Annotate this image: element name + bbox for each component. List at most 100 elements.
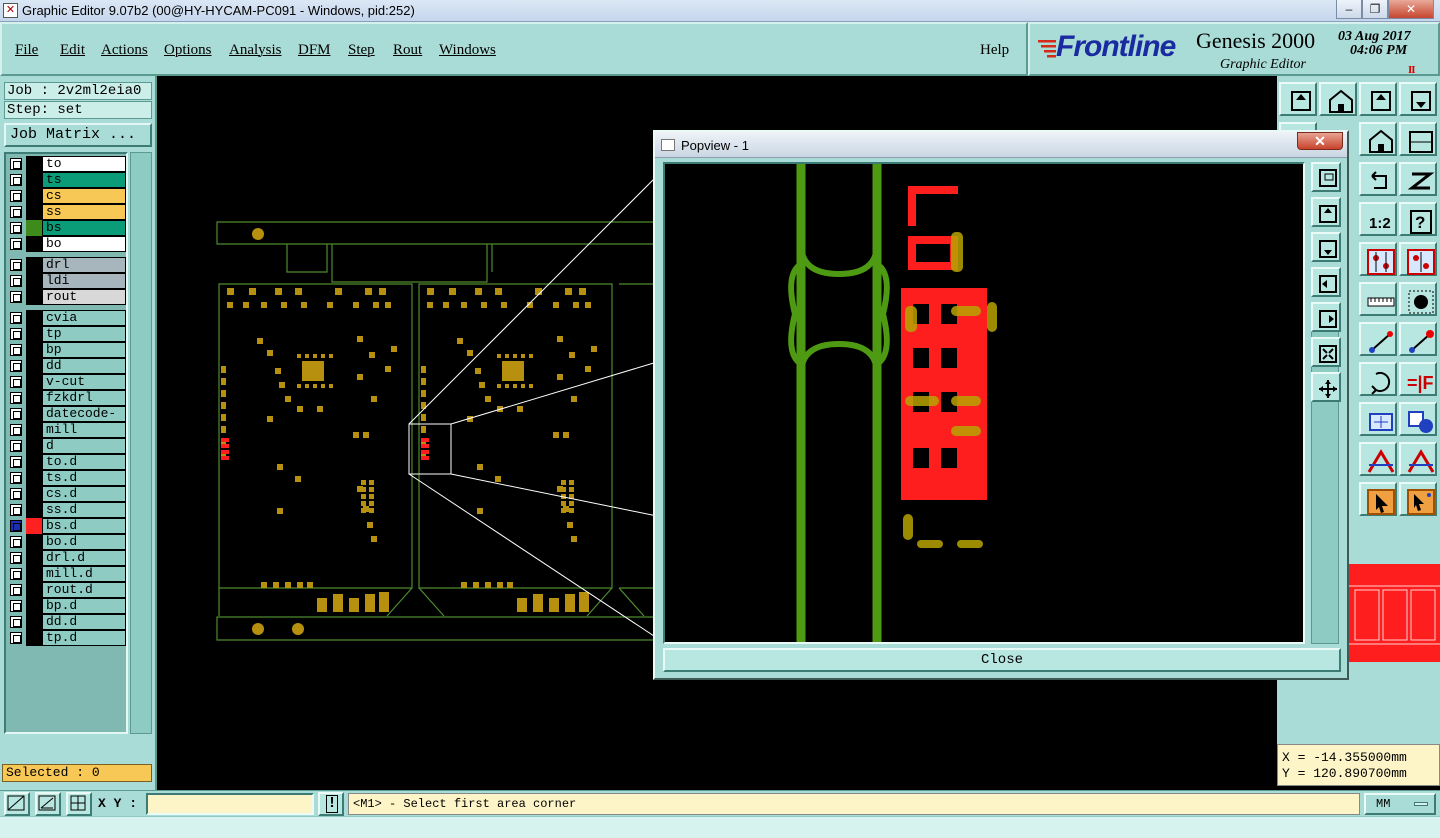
layer-color-swatch[interactable]	[26, 582, 42, 598]
layer-name[interactable]: mill.d	[42, 566, 126, 582]
snap-red-button[interactable]	[1399, 242, 1437, 276]
home-button[interactable]	[1359, 122, 1397, 156]
menu-options[interactable]: Options	[164, 42, 212, 59]
shapes-button[interactable]	[1399, 402, 1437, 436]
layer-row-dd.d[interactable]: dd.d	[8, 614, 126, 630]
angle-button[interactable]	[35, 792, 61, 816]
layer-name[interactable]: cvia	[42, 310, 126, 326]
overview-preview[interactable]	[1349, 564, 1440, 662]
layer-color-swatch[interactable]	[26, 358, 42, 374]
popview-pan-up-button[interactable]	[1311, 197, 1341, 227]
layer-color-swatch[interactable]	[26, 630, 42, 646]
layer-color-swatch[interactable]	[26, 188, 42, 204]
ruler-button[interactable]	[1359, 282, 1397, 316]
layer-name[interactable]: rout.d	[42, 582, 126, 598]
layer-checkbox[interactable]	[10, 392, 22, 404]
job-field[interactable]: Job : 2v2ml2eia0	[4, 82, 152, 100]
layer-row-tp.d[interactable]: tp.d	[8, 630, 126, 646]
popview-pan-right-button[interactable]	[1311, 302, 1341, 332]
popview-zoom-window-button[interactable]	[1311, 162, 1341, 192]
layer-row-ss.d[interactable]: ss.d	[8, 502, 126, 518]
layer-checkbox[interactable]	[10, 456, 22, 468]
popview-close-button[interactable]: Close	[663, 648, 1341, 672]
layer-row-drl[interactable]: drl	[8, 257, 126, 273]
layer-color-swatch[interactable]	[26, 422, 42, 438]
menu-analysis[interactable]: Analysis	[229, 42, 282, 59]
layer-checkbox[interactable]	[10, 520, 22, 532]
layer-name[interactable]: ss.d	[42, 502, 126, 518]
layer-name[interactable]: bp	[42, 342, 126, 358]
layer-color-swatch[interactable]	[26, 406, 42, 422]
layer-color-swatch[interactable]	[26, 486, 42, 502]
layer-checkbox[interactable]	[10, 472, 22, 484]
layer-row-bs.d[interactable]: bs.d	[8, 518, 126, 534]
layer-row-ts[interactable]: ts	[8, 172, 126, 188]
layer-row-d[interactable]: d	[8, 438, 126, 454]
info-button[interactable]: !	[318, 792, 344, 816]
job-matrix-button[interactable]: Job Matrix ...	[4, 123, 152, 147]
layer-name[interactable]: cs	[42, 188, 126, 204]
layer-checkbox[interactable]	[10, 488, 22, 500]
mirror-button[interactable]	[1399, 162, 1437, 196]
popview-zoom-fit-button[interactable]	[1311, 337, 1341, 367]
layer-checkbox[interactable]	[10, 424, 22, 436]
layer-checkbox[interactable]	[10, 312, 22, 324]
layer-row-bp.d[interactable]: bp.d	[8, 598, 126, 614]
arrow-a-button[interactable]	[1359, 442, 1397, 476]
layer-list-scrollbar[interactable]	[130, 152, 152, 734]
layer-row-mill[interactable]: mill	[8, 422, 126, 438]
layer-color-swatch[interactable]	[26, 172, 42, 188]
step-field[interactable]: Step: set	[4, 101, 152, 119]
layer-row-bo[interactable]: bo	[8, 236, 126, 252]
layer-name[interactable]: d	[42, 438, 126, 454]
layer-checkbox[interactable]	[10, 504, 22, 516]
layer-color-swatch[interactable]	[26, 598, 42, 614]
pause-indicator[interactable]: II	[1408, 64, 1416, 76]
layer-name[interactable]: ss	[42, 204, 126, 220]
menu-actions[interactable]: Actions	[101, 42, 148, 59]
select-button[interactable]	[1359, 482, 1397, 516]
layer-name[interactable]: dd.d	[42, 614, 126, 630]
layer-color-swatch[interactable]	[26, 326, 42, 342]
layer-name[interactable]: bs	[42, 220, 126, 236]
layer-color-swatch[interactable]	[26, 273, 42, 289]
layer-row-rout[interactable]: rout	[8, 289, 126, 305]
layer-name[interactable]: tp.d	[42, 630, 126, 646]
popview-close-x-button[interactable]: ✕	[1297, 132, 1343, 150]
layer-checkbox[interactable]	[10, 568, 22, 580]
home-button-left[interactable]	[1319, 82, 1357, 116]
app-icon[interactable]: ✕	[3, 3, 18, 18]
layer-row-cs[interactable]: cs	[8, 188, 126, 204]
arrow-a-alt-button[interactable]	[1399, 442, 1437, 476]
layer-name[interactable]: bp.d	[42, 598, 126, 614]
layer-checkbox[interactable]	[10, 222, 22, 234]
layer-row-ldi[interactable]: ldi	[8, 273, 126, 289]
layer-color-swatch[interactable]	[26, 550, 42, 566]
units-selector[interactable]: MM	[1364, 793, 1436, 815]
layer-color-swatch[interactable]	[26, 220, 42, 236]
pan-up-button[interactable]	[1359, 82, 1397, 116]
layer-checkbox[interactable]	[10, 206, 22, 218]
flip-button[interactable]: =|F	[1399, 362, 1437, 396]
layer-checkbox[interactable]	[10, 174, 22, 186]
menu-dfm[interactable]: DFM	[298, 42, 331, 59]
layer-name[interactable]: ldi	[42, 273, 126, 289]
layer-checkbox[interactable]	[10, 259, 22, 271]
layer-color-swatch[interactable]	[26, 454, 42, 470]
layer-row-datecode-bs[interactable]: datecode-bs	[8, 406, 126, 435]
layer-name[interactable]: to.d	[42, 454, 126, 470]
layer-checkbox[interactable]	[10, 552, 22, 564]
layer-color-swatch[interactable]	[26, 156, 42, 172]
layer-color-swatch[interactable]	[26, 236, 42, 252]
layer-name[interactable]: ts.d	[42, 470, 126, 486]
layer-name[interactable]: to	[42, 156, 126, 172]
pan-down-button[interactable]	[1399, 82, 1437, 116]
menu-windows[interactable]: Windows	[439, 42, 496, 59]
layer-name[interactable]: ts	[42, 172, 126, 188]
layer-name[interactable]: dd	[42, 358, 126, 374]
layer-color-swatch[interactable]	[26, 374, 42, 390]
xy-input[interactable]	[146, 793, 314, 815]
layer-name[interactable]: drl.d	[42, 550, 126, 566]
layer-name[interactable]: tp	[42, 326, 126, 342]
layer-name[interactable]: bo.d	[42, 534, 126, 550]
